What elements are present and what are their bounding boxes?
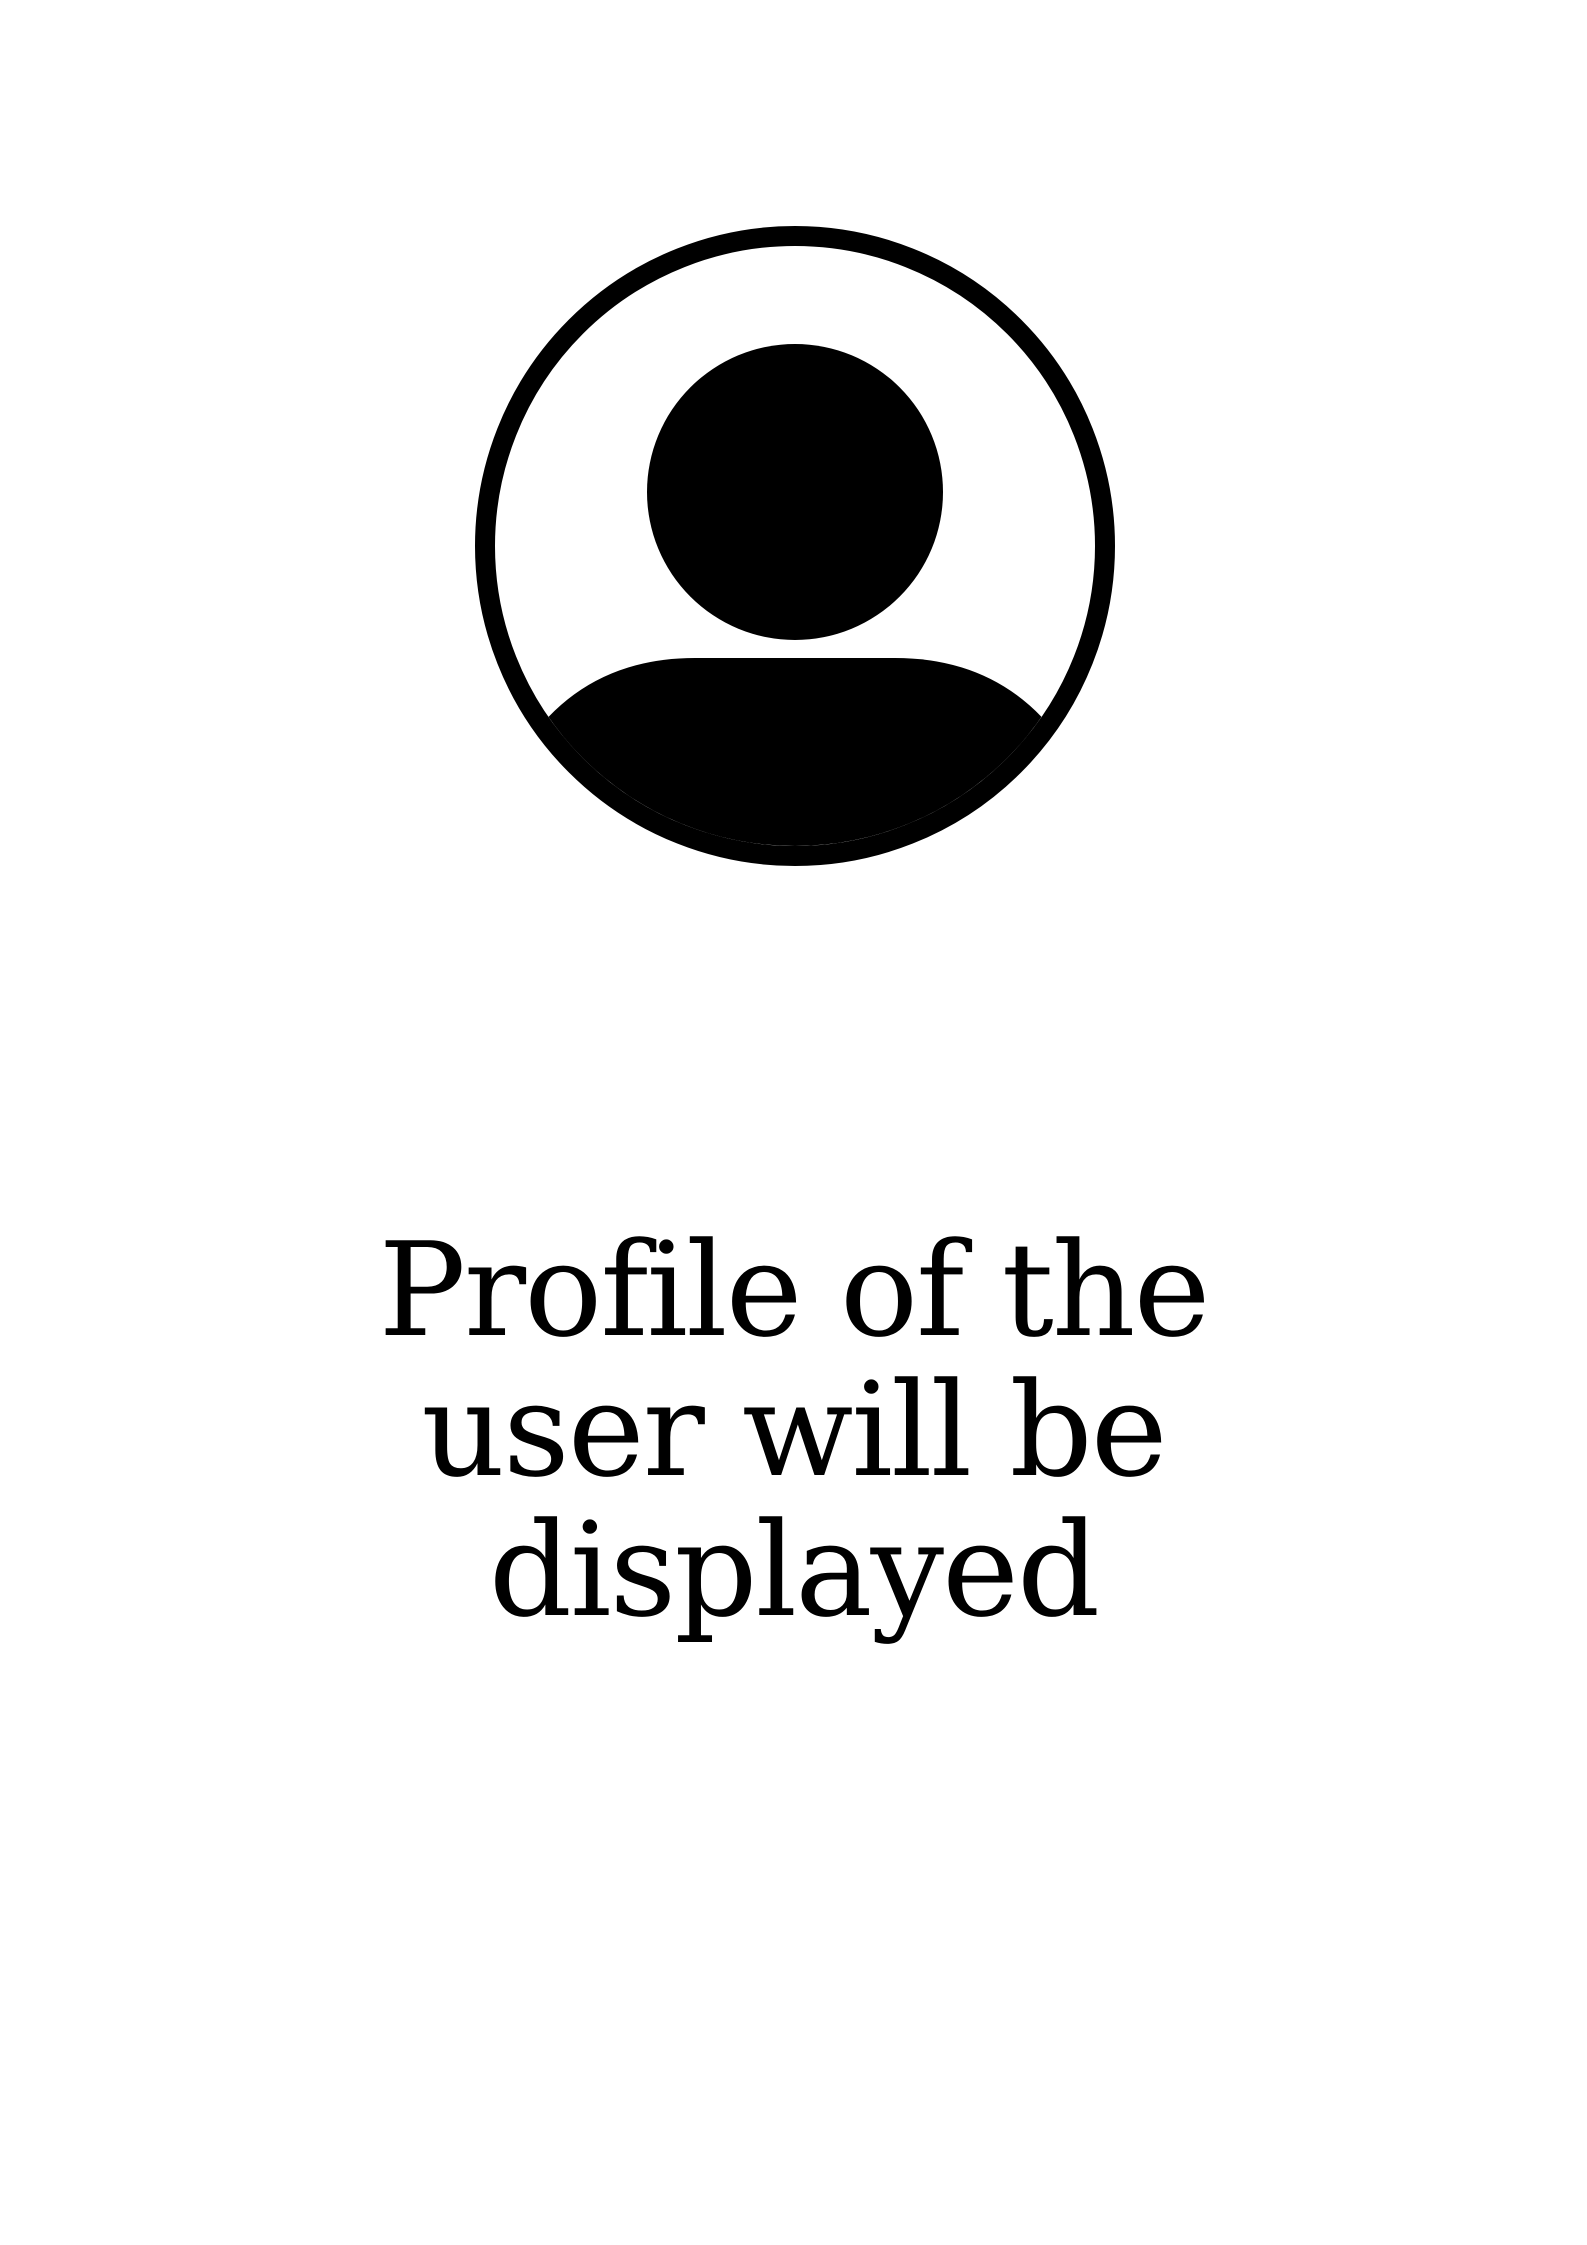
message-line-1: Profile of the	[378, 1214, 1210, 1366]
message-line-2: user will be	[421, 1354, 1167, 1506]
avatar-shoulders	[525, 658, 1065, 846]
message-line-3: displayed	[488, 1494, 1100, 1646]
profile-placeholder-message: Profile of the user will be displayed	[0, 1220, 1587, 1640]
avatar-head	[647, 344, 943, 640]
profile-avatar	[475, 226, 1115, 866]
user-avatar-icon	[475, 226, 1115, 866]
